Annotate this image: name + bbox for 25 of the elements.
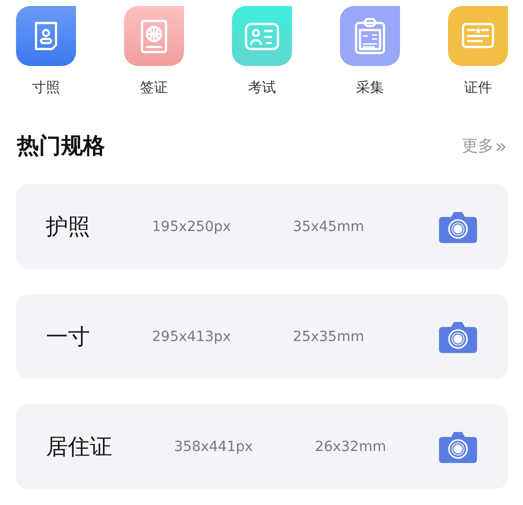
passport-icon[interactable]: [124, 6, 184, 66]
category-label: 签证: [140, 79, 168, 97]
category-label: 考试: [248, 79, 276, 97]
print-size: 35x45mm: [292, 218, 366, 234]
spec-card[interactable]: 居住证 358x441px 26x32mm: [16, 404, 508, 489]
camera-icon[interactable]: [438, 430, 478, 464]
category-label: 证件: [464, 79, 492, 97]
id-photo-icon[interactable]: [16, 6, 76, 66]
pixel-size: 295x413px: [152, 328, 231, 344]
clipboard-icon[interactable]: [340, 6, 400, 66]
spec-card[interactable]: 一寸 295x413px 25x35mm: [16, 294, 508, 379]
category-label: 采集: [356, 79, 384, 97]
pixel-size: 358x441px: [174, 438, 253, 454]
pixel-size: 195x250px: [152, 218, 231, 234]
camera-icon[interactable]: [438, 320, 478, 354]
spec-name: 护照: [46, 214, 90, 242]
double-chevron-icon: »: [494, 136, 507, 156]
spec-name: 居住证: [46, 434, 112, 462]
section-title: 热门规格: [17, 132, 105, 161]
spec-name: 一寸: [46, 324, 90, 352]
print-size: 26x32mm: [314, 438, 388, 454]
category-label: 寸照: [32, 79, 60, 97]
print-size: 25x35mm: [292, 328, 366, 344]
spec-card[interactable]: 护照 195x250px 35x45mm: [16, 184, 508, 269]
camera-icon[interactable]: [438, 210, 478, 244]
